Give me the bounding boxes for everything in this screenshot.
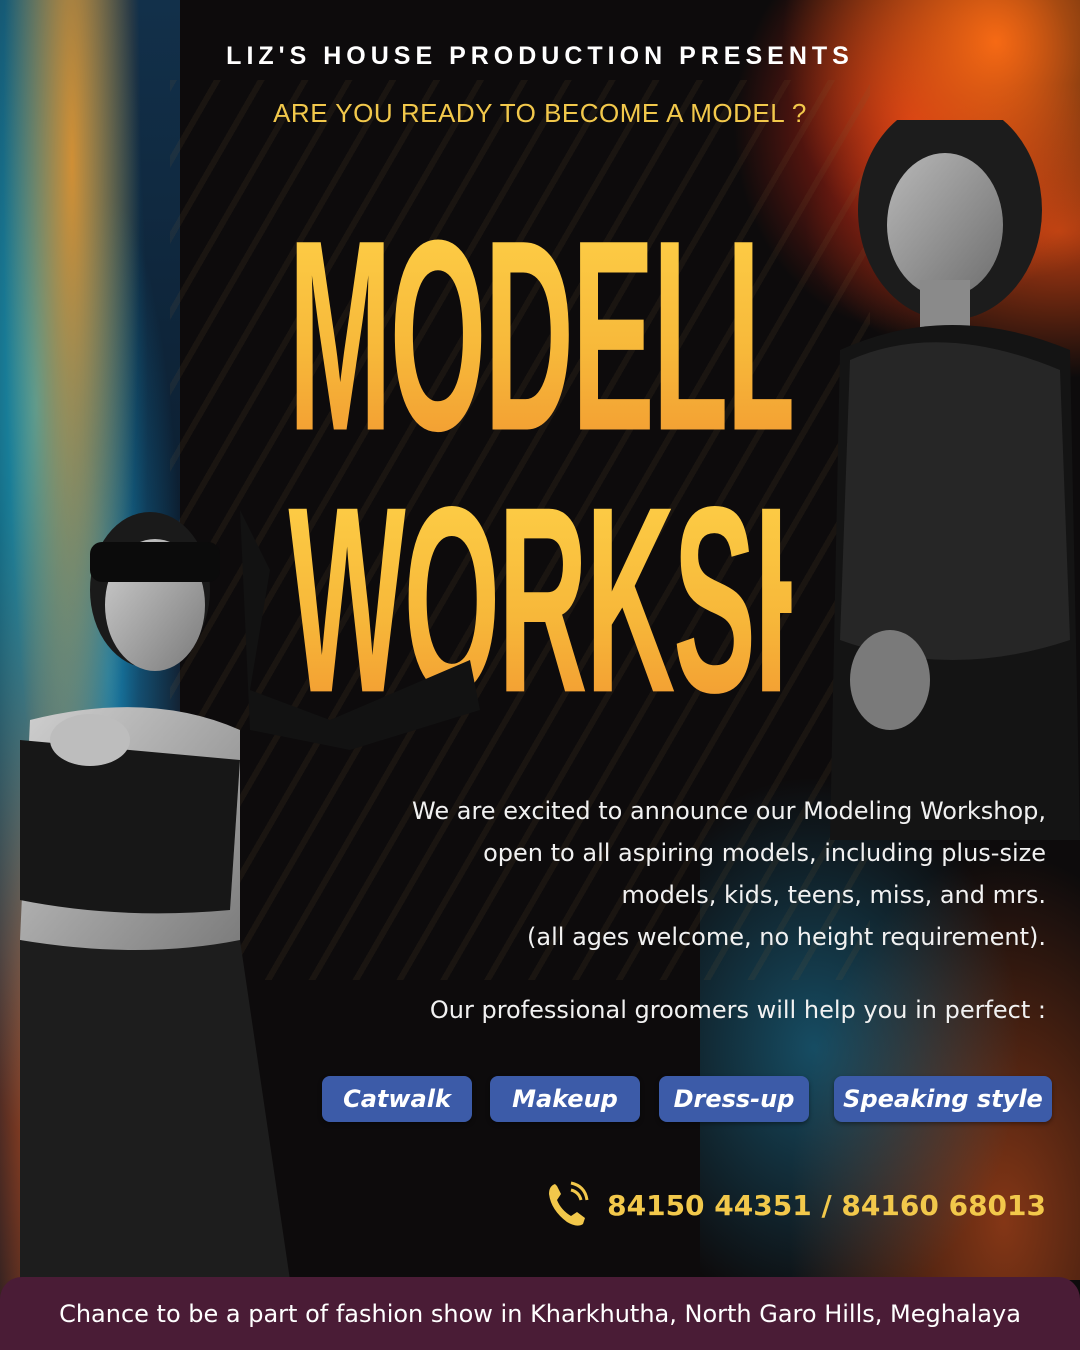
announcement-line: (all ages welcome, no height requirement… [527,923,1046,951]
title-line-1: MODELLING [288,180,1016,493]
announcement-text: We are excited to announce our Modeling … [286,790,1046,958]
footer-text: Chance to be a part of fashion show in K… [59,1299,1021,1328]
phone-icon [549,1181,589,1226]
skill-badge-speaking-style: Speaking style [834,1076,1052,1122]
groomers-text: Our professional groomers will help you … [429,996,1046,1024]
announcement-line: open to all aspiring models, including p… [483,839,1046,867]
announcement-line: We are excited to announce our Modeling … [412,797,1046,825]
skill-badge-makeup: Makeup [490,1076,640,1122]
presenter-heading: LIZ'S HOUSE PRODUCTION PRESENTS [226,42,854,70]
model-photo-right [830,120,1080,840]
footer-banner: Chance to be a part of fashion show in K… [0,1277,1080,1350]
skill-badge-catwalk: Catwalk [322,1076,472,1122]
contact-row: 84150 44351 / 84160 68013 [545,1180,1046,1230]
phone-numbers: 84150 44351 / 84160 68013 [607,1188,1046,1222]
announcement-line: models, kids, teens, miss, and mrs. [621,881,1046,909]
skill-badge-dress-up: Dress-up [659,1076,809,1122]
poster: LIZ'S HOUSE PRODUCTION PRESENTS ARE YOU … [0,0,1080,1350]
